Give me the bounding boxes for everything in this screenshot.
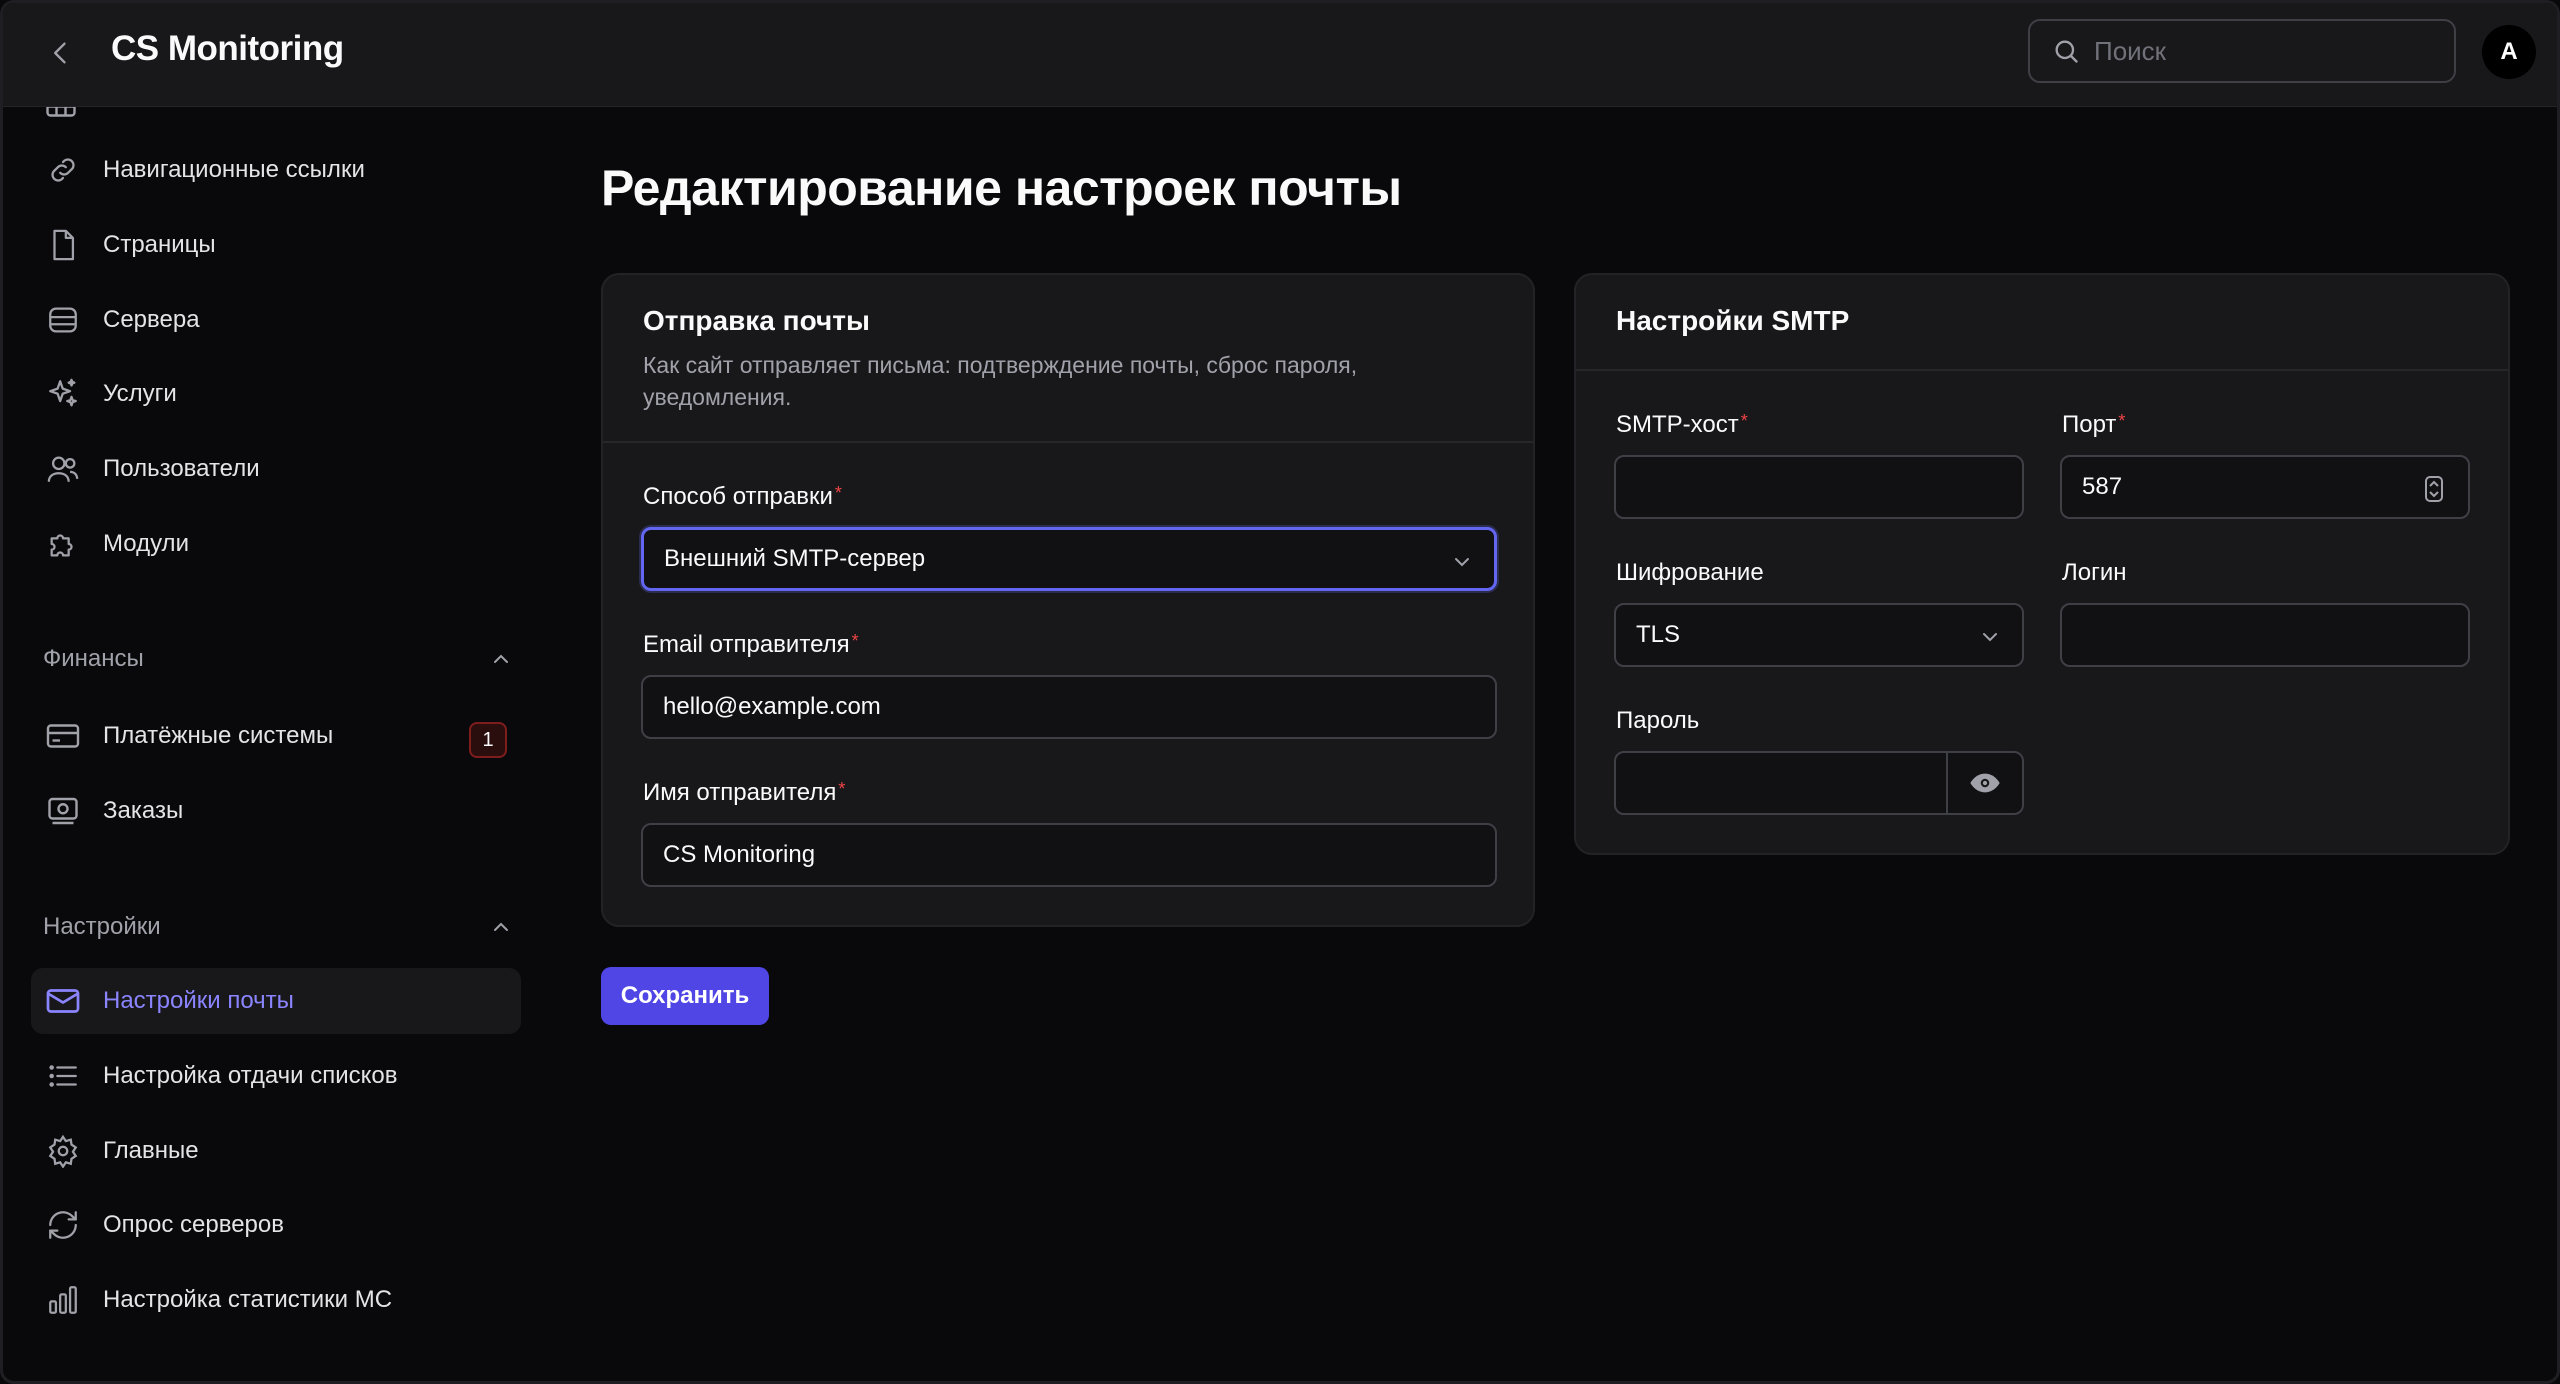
- smtp-host-label: SMTP-хост *: [1616, 411, 1748, 438]
- page-title: Редактирование настроек почты: [601, 160, 1402, 216]
- section-title: Настройки: [43, 913, 161, 940]
- sidebar: Навигационные ссылки Страницы Сервера Ус…: [3, 107, 533, 1381]
- sidebar-item-label: Навигационные ссылки: [103, 156, 365, 183]
- search-input[interactable]: [2094, 35, 2434, 67]
- sidebar-item-label: Настройка отдачи списков: [103, 1062, 398, 1089]
- section-title: Финансы: [43, 645, 144, 672]
- encryption-label: Шифрование: [1616, 559, 1764, 586]
- method-label: Способ отправки *: [643, 483, 842, 510]
- puzzle-icon: [41, 522, 85, 566]
- sender-email-label: Email отправителя *: [643, 631, 859, 658]
- sidebar-item-label: Услуги: [103, 380, 177, 407]
- send-method-select[interactable]: Внешний SMTP-сервер: [641, 527, 1497, 591]
- port-label: Порт *: [2062, 411, 2126, 438]
- sidebar-item-label: Платёжные системы: [103, 722, 334, 749]
- users-icon: [41, 447, 85, 491]
- sidebar-item-label: Пользователи: [103, 455, 260, 482]
- sidebar-item-services[interactable]: Услуги: [31, 361, 521, 427]
- smtp-host-field[interactable]: [1614, 455, 2024, 519]
- sidebar-item-label: Модули: [103, 530, 189, 557]
- sidebar-item-label: Страницы: [103, 231, 216, 258]
- grid-icon: [43, 107, 87, 119]
- sender-name-field[interactable]: CS Monitoring: [641, 823, 1497, 887]
- sidebar-item-modules[interactable]: Модули: [31, 511, 521, 577]
- back-button[interactable]: [39, 31, 83, 75]
- password-label: Пароль: [1616, 707, 1700, 734]
- sender-email-field[interactable]: hello@example.com: [641, 675, 1497, 739]
- sidebar-item-list-output[interactable]: Настройка отдачи списков: [31, 1043, 521, 1109]
- card-title: Отправка почты: [643, 305, 870, 336]
- section-finance[interactable]: Финансы: [43, 639, 513, 679]
- port-value: 587: [2082, 473, 2123, 500]
- server-icon: [41, 298, 85, 342]
- sidebar-item-label: Главные: [103, 1137, 199, 1164]
- sidebar-item-label: Опрос серверов: [103, 1211, 284, 1238]
- sidebar-item-label: Сервера: [103, 306, 200, 333]
- chevron-down-icon: [1455, 558, 1469, 567]
- sparkles-icon: [41, 372, 85, 416]
- sidebar-item-label: Настройка статистики МС: [103, 1286, 393, 1313]
- section-settings[interactable]: Настройки: [43, 907, 513, 947]
- sidebar-item-users[interactable]: Пользователи: [31, 436, 521, 502]
- send-method-value: Внешний SMTP-сервер: [664, 545, 926, 572]
- avatar[interactable]: A: [2482, 25, 2536, 79]
- password-field[interactable]: [1614, 751, 2024, 815]
- sidebar-item-payment-systems[interactable]: Платёжные системы 1: [31, 703, 521, 769]
- mail-sending-card: Отправка почты Как сайт отправляет письм…: [601, 273, 1535, 927]
- top-bar: CS Monitoring A: [3, 3, 2557, 107]
- chevron-down-icon: [1983, 633, 1997, 642]
- sidebar-item-servers[interactable]: Сервера: [31, 287, 521, 353]
- card-title: Настройки SMTP: [1616, 305, 1850, 336]
- show-password-button[interactable]: [1946, 753, 2022, 813]
- app-window: CS Monitoring A Навигационные ссылки Стр…: [0, 0, 2560, 1384]
- sender-name-label: Имя отправителя *: [643, 779, 846, 806]
- sidebar-item-nav-links[interactable]: Навигационные ссылки: [31, 137, 521, 203]
- smtp-settings-card: Настройки SMTP SMTP-хост * Порт * 587 Шифр…: [1574, 273, 2510, 855]
- gear-icon: [41, 1129, 85, 1173]
- login-label: Логин: [2062, 559, 2127, 586]
- chevron-up-icon: [494, 922, 508, 931]
- encryption-select[interactable]: TLS: [1614, 603, 2024, 667]
- sender-email-value: hello@example.com: [663, 693, 881, 720]
- sidebar-item-orders[interactable]: Заказы: [31, 778, 521, 844]
- port-field[interactable]: 587: [2060, 455, 2470, 519]
- card-description: Как сайт отправляет письма: подтверждени…: [643, 352, 1358, 410]
- encryption-value: TLS: [1636, 621, 1681, 648]
- sidebar-item-mail-settings[interactable]: Настройки почты: [31, 968, 521, 1034]
- card-divider: [1576, 369, 2508, 371]
- search-box[interactable]: [2028, 19, 2456, 83]
- login-field[interactable]: [2060, 603, 2470, 667]
- refresh-icon: [41, 1203, 85, 1247]
- file-icon: [41, 223, 85, 267]
- chevron-left-icon: [54, 42, 66, 64]
- sidebar-item-label: Настройки почты: [103, 987, 294, 1014]
- sender-name-value: CS Monitoring: [663, 841, 816, 868]
- sidebar-item-label: Заказы: [103, 797, 184, 824]
- count-badge: 1: [469, 722, 507, 758]
- chevron-up-icon: [494, 654, 508, 663]
- eye-icon: [1970, 773, 2000, 793]
- list-icon: [41, 1054, 85, 1098]
- app-title: CS Monitoring: [111, 29, 344, 68]
- orders-icon: [41, 789, 85, 833]
- credit-card-icon: [41, 714, 85, 758]
- search-icon: [2055, 40, 2078, 63]
- save-button[interactable]: Сохранить: [601, 967, 769, 1025]
- sidebar-item-ms-stats[interactable]: Настройка статистики МС: [31, 1267, 521, 1333]
- mail-icon: [41, 979, 85, 1023]
- bar-chart-icon: [41, 1278, 85, 1322]
- sidebar-item-general[interactable]: Главные: [31, 1118, 521, 1184]
- number-stepper-icon[interactable]: [2424, 475, 2444, 503]
- link-icon: [41, 148, 85, 192]
- sidebar-item-pages[interactable]: Страницы: [31, 212, 521, 278]
- card-divider: [603, 441, 1533, 443]
- sidebar-item-server-polling[interactable]: Опрос серверов: [31, 1192, 521, 1258]
